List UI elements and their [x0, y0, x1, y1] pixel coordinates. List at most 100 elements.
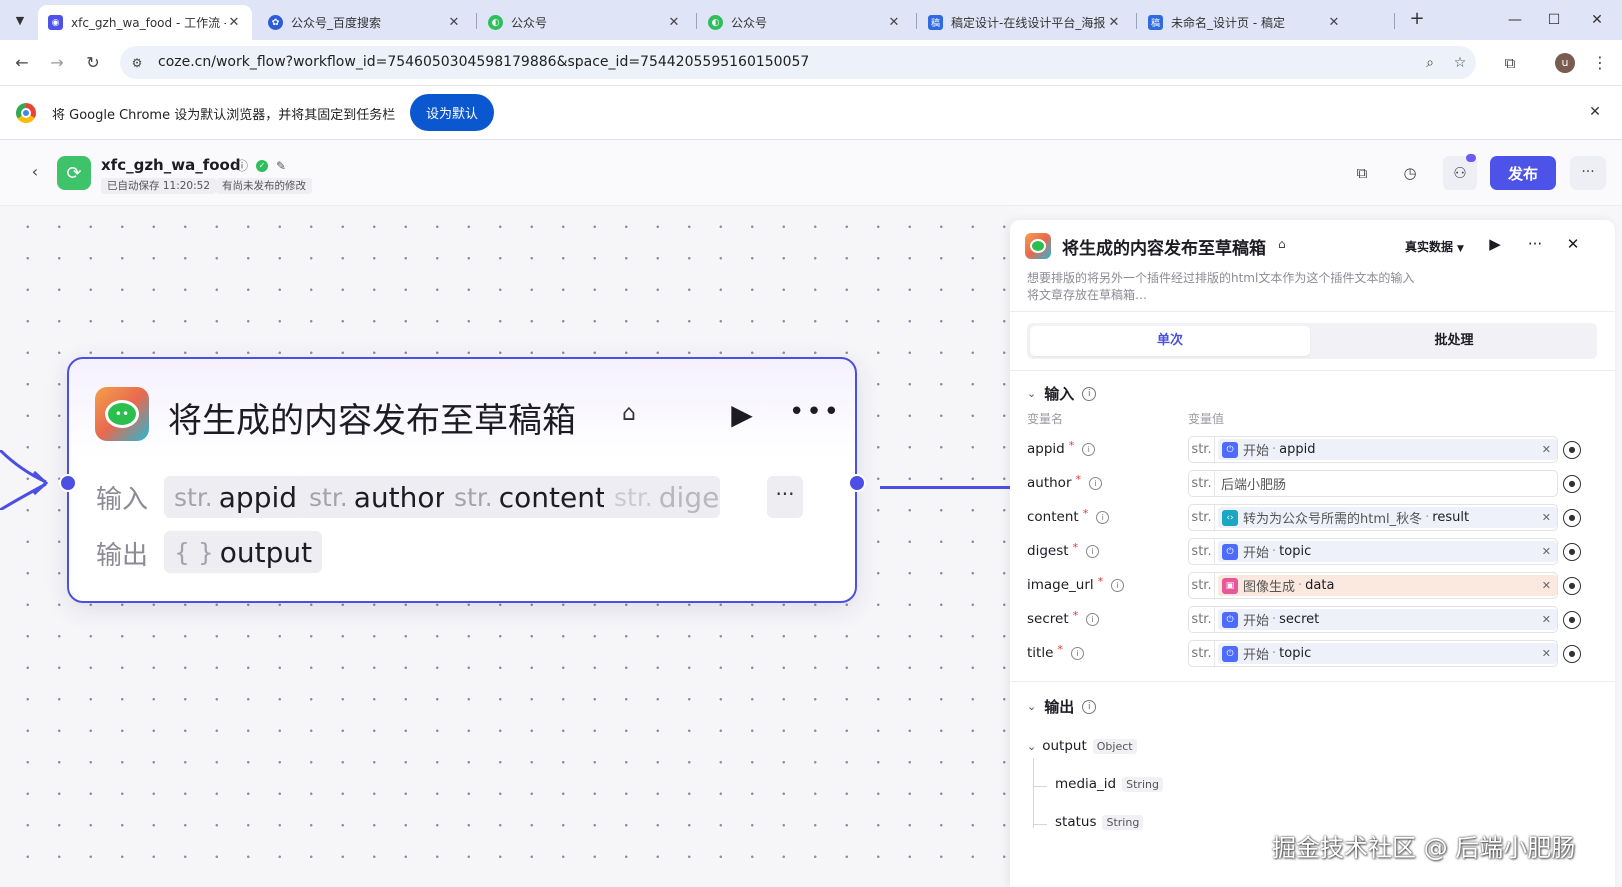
- infobar-close-icon[interactable]: ✕: [1585, 102, 1605, 122]
- param-value-author[interactable]: str. 后端小肥肠: [1188, 470, 1558, 497]
- back-chevron-icon[interactable]: ‹: [25, 162, 45, 182]
- bookmark-star-icon[interactable]: ☆: [1450, 53, 1470, 73]
- node-input-port[interactable]: [59, 474, 77, 492]
- tab-wechat-mp-2[interactable]: ◐ 公众号 ✕: [698, 5, 912, 40]
- more-inputs-icon[interactable]: ···: [767, 476, 803, 518]
- minimize-icon[interactable]: —: [1500, 8, 1530, 32]
- clear-x-icon[interactable]: ✕: [1540, 647, 1553, 660]
- close-icon[interactable]: ✕: [1561, 232, 1585, 256]
- clear-x-icon[interactable]: ✕: [1540, 579, 1553, 592]
- clear-x-icon[interactable]: ✕: [1540, 443, 1553, 456]
- tab-search-chevron-icon[interactable]: ▼: [8, 8, 32, 32]
- more-options-icon[interactable]: ···: [1523, 232, 1547, 256]
- run-play-icon[interactable]: ▶: [1483, 232, 1507, 256]
- info-icon[interactable]: ⓘ: [236, 157, 248, 174]
- param-value-digest[interactable]: str. ⏻ 开始 · topic ✕: [1188, 538, 1558, 565]
- publish-button[interactable]: 发布: [1490, 156, 1556, 190]
- node-output-label: 输出: [96, 541, 149, 571]
- info-icon[interactable]: i: [1096, 510, 1110, 524]
- extensions-puzzle-icon[interactable]: ⧉: [1498, 51, 1522, 75]
- variable-picker-icon[interactable]: ●: [1563, 577, 1581, 595]
- output-section-header[interactable]: ⌄ 输出 i: [1027, 696, 1097, 717]
- info-icon[interactable]: i: [1082, 699, 1097, 714]
- output-root[interactable]: ⌄ output Object: [1027, 738, 1137, 754]
- chevron-down-icon[interactable]: ⌄: [1027, 387, 1036, 400]
- info-icon[interactable]: i: [1070, 646, 1084, 660]
- chevron-down-icon[interactable]: ⌄: [1027, 740, 1036, 753]
- param-name-secret: secret * i: [1027, 609, 1100, 627]
- tab-coze-workflow[interactable]: ◉ xfc_gzh_wa_food - 工作流 - 扣子 ✕: [38, 5, 252, 40]
- tab-title: 稿定设计-在线设计平台_海报: [951, 16, 1106, 30]
- variable-reference[interactable]: ‹› 转为为公众号所需的html_秋冬 · result ✕: [1218, 507, 1557, 528]
- profile-avatar[interactable]: u: [1555, 53, 1575, 73]
- close-icon[interactable]: ✕: [666, 15, 682, 30]
- close-icon[interactable]: ✕: [1106, 15, 1122, 30]
- chevron-down-icon[interactable]: ⌄: [1027, 700, 1036, 713]
- literal-value[interactable]: 后端小肥肠: [1221, 474, 1286, 493]
- history-clock-icon[interactable]: ◷: [1393, 156, 1427, 190]
- variable-picker-icon[interactable]: ●: [1563, 543, 1581, 561]
- edit-icon[interactable]: ✎: [276, 159, 286, 173]
- info-icon[interactable]: i: [1089, 476, 1102, 490]
- node-more-icon[interactable]: •••: [789, 397, 839, 433]
- chrome-menu-kebab-icon[interactable]: ⋮: [1590, 51, 1610, 75]
- clear-x-icon[interactable]: ✕: [1540, 613, 1553, 626]
- window-close-icon[interactable]: ✕: [1582, 8, 1612, 32]
- tab-batch[interactable]: 批处理: [1314, 326, 1594, 356]
- gaoding-logo-icon: 稿: [1148, 15, 1163, 30]
- variable-picker-icon[interactable]: ●: [1563, 611, 1581, 629]
- info-icon[interactable]: i: [1086, 544, 1100, 558]
- clear-x-icon[interactable]: ✕: [1540, 511, 1553, 524]
- maximize-icon[interactable]: ☐: [1539, 8, 1569, 32]
- site-info-tune-icon[interactable]: ⚙: [128, 54, 146, 72]
- tab-gaoding-page[interactable]: 稿 未命名_设计页 - 稿定 ✕: [1138, 5, 1352, 40]
- param-value-secret[interactable]: str. ⏻ 开始 · secret ✕: [1188, 606, 1558, 633]
- reload-icon[interactable]: ↻: [81, 51, 105, 75]
- data-mode-dropdown[interactable]: 真实数据 ▼: [1405, 238, 1464, 255]
- clear-x-icon[interactable]: ✕: [1540, 545, 1553, 558]
- tab-gaoding-design[interactable]: 稿 稿定设计-在线设计平台_海报 ✕: [918, 5, 1132, 40]
- zoom-magnifier-icon[interactable]: ⌕: [1420, 53, 1440, 73]
- info-icon[interactable]: i: [1111, 578, 1125, 592]
- tab-baidu-search[interactable]: ✿ 公众号_百度搜索 ✕: [258, 5, 472, 40]
- new-tab-plus-icon[interactable]: +: [1405, 8, 1429, 32]
- variable-picker-icon[interactable]: ●: [1563, 645, 1581, 663]
- workflow-name-icons: ⓘ ✓ ✎: [236, 157, 286, 174]
- omnibox[interactable]: ⚙ coze.cn/work_flow?workflow_id=75460503…: [120, 46, 1476, 79]
- forward-arrow-icon[interactable]: →: [45, 51, 69, 75]
- input-section-header[interactable]: ⌄ 输入 i: [1027, 383, 1097, 404]
- back-arrow-icon[interactable]: ←: [10, 51, 34, 75]
- info-icon[interactable]: i: [1082, 386, 1097, 401]
- set-default-button[interactable]: 设为默认: [410, 94, 494, 131]
- info-icon[interactable]: i: [1082, 442, 1096, 456]
- variable-reference[interactable]: ⏻ 开始 · secret ✕: [1218, 609, 1557, 630]
- variable-picker-icon[interactable]: ●: [1563, 441, 1581, 459]
- variable-reference[interactable]: ▣ 图像生成 · data ✕: [1218, 575, 1557, 596]
- variable-picker-icon[interactable]: ●: [1563, 475, 1581, 493]
- incoming-edge: [0, 450, 49, 510]
- workflow-logo-icon: ⟳: [57, 156, 91, 190]
- param-value-content[interactable]: str. ‹› 转为为公众号所需的html_秋冬 · result ✕: [1188, 504, 1558, 531]
- plugin-node-publish-draft[interactable]: •• 将生成的内容发布至草稿箱 ⌂ ▶ ••• 输入 str. appid str…: [67, 357, 857, 603]
- variable-picker-icon[interactable]: ●: [1563, 509, 1581, 527]
- variable-reference[interactable]: ⏻ 开始 · topic ✕: [1218, 643, 1557, 664]
- close-icon[interactable]: ✕: [446, 15, 462, 30]
- tab-single[interactable]: 单次: [1030, 326, 1310, 356]
- run-play-icon[interactable]: ▶: [724, 397, 760, 433]
- divider: [1010, 370, 1615, 371]
- close-icon[interactable]: ✕: [886, 15, 902, 30]
- close-icon[interactable]: ✕: [226, 15, 242, 30]
- more-options-icon[interactable]: ···: [1570, 156, 1606, 190]
- variable-reference[interactable]: ⏻ 开始 · topic ✕: [1218, 541, 1557, 562]
- param-value-title[interactable]: str. ⏻ 开始 · topic ✕: [1188, 640, 1558, 667]
- variable-reference[interactable]: ⏻ 开始 · appid ✕: [1218, 439, 1557, 460]
- param-value-appid[interactable]: str. ⏻ 开始 · appid ✕: [1188, 436, 1558, 463]
- info-icon[interactable]: i: [1086, 612, 1100, 626]
- node-output-port[interactable]: [848, 474, 866, 492]
- copy-icon[interactable]: ⧉: [1345, 156, 1379, 190]
- param-value-image-url[interactable]: str. ▣ 图像生成 · data ✕: [1188, 572, 1558, 599]
- close-icon[interactable]: ✕: [1326, 15, 1342, 30]
- coze-favicon-icon: ◉: [48, 15, 63, 30]
- url-text[interactable]: coze.cn/work_flow?workflow_id=7546050304…: [158, 54, 809, 70]
- tab-wechat-mp-1[interactable]: ◐ 公众号 ✕: [478, 5, 692, 40]
